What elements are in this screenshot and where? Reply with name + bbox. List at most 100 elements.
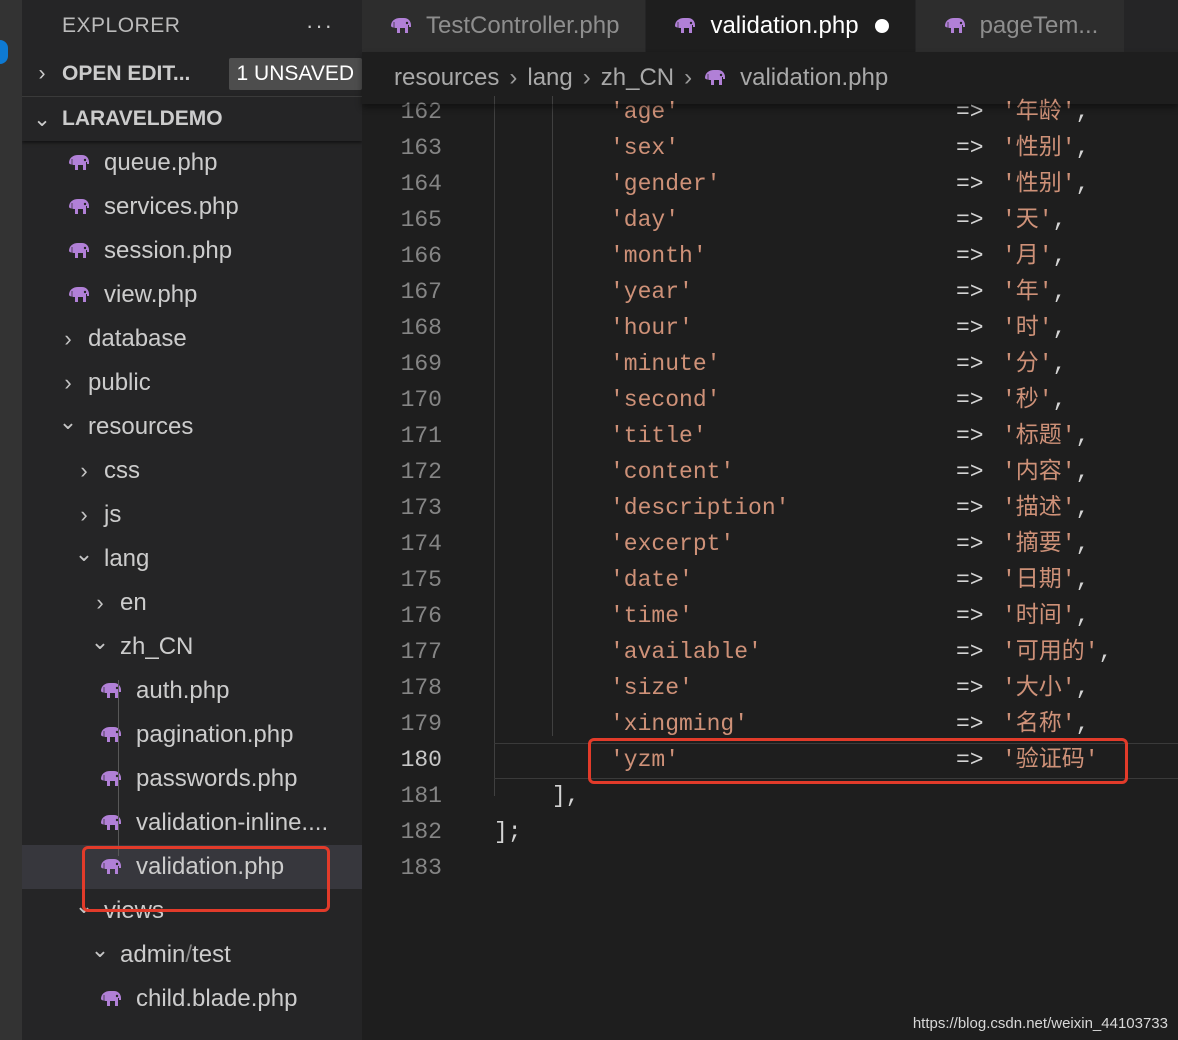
line-number: 166 <box>400 243 442 269</box>
unsaved-dot-icon[interactable] <box>874 19 889 33</box>
code-line: 164 'gender' => '性别', <box>362 166 1178 202</box>
breadcrumb-item[interactable]: zh_CN <box>601 64 674 92</box>
folder-item-lang[interactable]: ⌄ lang <box>22 537 362 581</box>
highlight-box-line <box>588 738 1128 784</box>
code-line: 170 'second' => '秒', <box>362 382 1178 418</box>
code-line: 177 'available' => '可用的', <box>362 634 1178 670</box>
php-file-icon <box>66 241 104 261</box>
tab-label: pageTem... <box>979 12 1099 39</box>
array-value: '标题', <box>1002 423 1090 449</box>
line-number: 165 <box>400 207 442 233</box>
php-file-icon <box>98 989 136 1009</box>
chevron-right-icon: › <box>80 458 88 483</box>
tab-validation-php[interactable]: validation.php <box>646 0 916 52</box>
tree-item-label: services.php <box>104 193 239 220</box>
compact-folder-separator: / <box>185 941 193 968</box>
breadcrumb-item[interactable]: validation.php <box>740 64 888 92</box>
line-number: 183 <box>400 855 442 881</box>
array-value: '性别', <box>1002 135 1090 161</box>
array-value: '可用的', <box>1002 639 1113 665</box>
chevron-right-icon: › <box>64 370 72 395</box>
folder-item-database[interactable]: › database <box>22 317 362 361</box>
array-key: 'day' <box>610 207 680 233</box>
line-number: 178 <box>400 675 442 701</box>
code-line: 174 'excerpt' => '摘要', <box>362 526 1178 562</box>
tree-item-label: zh_CN <box>120 633 194 660</box>
arrow-operator: => <box>956 603 984 629</box>
line-number: 163 <box>400 135 442 161</box>
open-editors-section[interactable]: › OPEN EDIT... 1 UNSAVED <box>22 52 362 96</box>
more-actions-icon[interactable]: ··· <box>306 13 334 39</box>
file-item-services-php[interactable]: services.php <box>22 185 362 229</box>
breadcrumb-item[interactable]: resources <box>394 64 499 92</box>
folder-item-en[interactable]: › en <box>22 581 362 625</box>
tree-item-label: css <box>104 457 140 484</box>
code-line: 169 'minute' => '分', <box>362 346 1178 382</box>
code-line: 166 'month' => '月', <box>362 238 1178 274</box>
code-line: 172 'content' => '内容', <box>362 454 1178 490</box>
watermark: https://blog.csdn.net/weixin_44103733 <box>912 1015 1168 1032</box>
folder-item-css[interactable]: › css <box>22 449 362 493</box>
array-key: 'description' <box>610 495 790 521</box>
folder-item-js[interactable]: › js <box>22 493 362 537</box>
breadcrumb: resources › lang › zh_CN › validation.php <box>362 52 1178 104</box>
array-key: 'title' <box>610 423 707 449</box>
array-key: 'year' <box>610 279 693 305</box>
line-number: 180 <box>400 747 442 773</box>
file-item-session-php[interactable]: session.php <box>22 229 362 273</box>
unsaved-badge: 1 UNSAVED <box>228 58 362 90</box>
code-view[interactable]: 162'age' => '年龄', 163'sex' => '性别', 164'gender… <box>362 96 1178 1040</box>
tab-label: TestController.php <box>426 12 620 39</box>
tree-item-label: pagination.php <box>136 721 294 748</box>
tab-pagetem[interactable]: pageTem... <box>915 0 1126 52</box>
tree-item-label: passwords.php <box>136 765 298 792</box>
line-number: 173 <box>400 495 442 521</box>
array-key: 'hour' <box>610 315 693 341</box>
breadcrumb-separator-icon: › <box>509 64 518 91</box>
activity-indicator <box>0 40 8 64</box>
php-file-icon <box>98 813 136 833</box>
explorer-sidebar: EXPLORER ··· › OPEN EDIT... 1 UNSAVED ⌄ … <box>22 0 362 1040</box>
folder-item-resources[interactable]: ⌄ resources <box>22 405 362 449</box>
php-file-icon <box>66 153 104 173</box>
tree-item-label: validation-inline.... <box>136 809 329 836</box>
line-number: 171 <box>400 423 442 449</box>
tree-item-label: child.blade.php <box>136 985 298 1012</box>
array-value: '时间', <box>1002 603 1090 629</box>
file-item-queue-php[interactable]: queue.php <box>22 141 362 185</box>
code-line: 182]; <box>362 814 1178 850</box>
line-number: 172 <box>400 459 442 485</box>
file-item-view-php[interactable]: view.php <box>22 273 362 317</box>
file-item-child-blade-php[interactable]: child.blade.php <box>22 977 362 1021</box>
tab-bar: TestController.php validation.php pageTem.… <box>362 0 1178 52</box>
tree-item-label: resources <box>88 413 194 440</box>
file-item-passwords-php[interactable]: passwords.php <box>22 757 362 801</box>
folder-item-zh-cn[interactable]: ⌄ zh_CN <box>22 625 362 669</box>
tab-testcontroller-php[interactable]: TestController.php <box>362 0 647 52</box>
code-punctuation: ]; <box>494 819 522 845</box>
tab-label: validation.php <box>710 12 859 39</box>
tree-item-label: queue.php <box>104 149 218 176</box>
breadcrumb-item[interactable]: lang <box>527 64 572 92</box>
array-key: 'sex' <box>610 135 680 161</box>
explorer-header: EXPLORER ··· <box>22 0 362 52</box>
array-key: 'available' <box>610 639 762 665</box>
file-item-validation-inline[interactable]: validation-inline.... <box>22 801 362 845</box>
line-number: 181 <box>400 783 442 809</box>
breadcrumb-separator-icon: › <box>582 64 591 91</box>
folder-item-admin[interactable]: ⌄ admin / test <box>22 933 362 977</box>
file-item-auth-php[interactable]: auth.php <box>22 669 362 713</box>
arrow-operator: => <box>956 531 984 557</box>
file-item-pagination-php[interactable]: pagination.php <box>22 713 362 757</box>
array-key: 'second' <box>610 387 721 413</box>
arrow-operator: => <box>956 135 984 161</box>
indent-guide <box>118 680 119 856</box>
php-file-icon <box>66 197 104 217</box>
arrow-operator: => <box>956 279 984 305</box>
array-value: '内容', <box>1002 459 1090 485</box>
editor-area: TestController.php validation.php pageTem.… <box>362 0 1178 1040</box>
arrow-operator: => <box>956 387 984 413</box>
tree-item-label: test <box>192 941 231 968</box>
project-section[interactable]: ⌄ LARAVELDEMO <box>22 96 362 141</box>
folder-item-public[interactable]: › public <box>22 361 362 405</box>
